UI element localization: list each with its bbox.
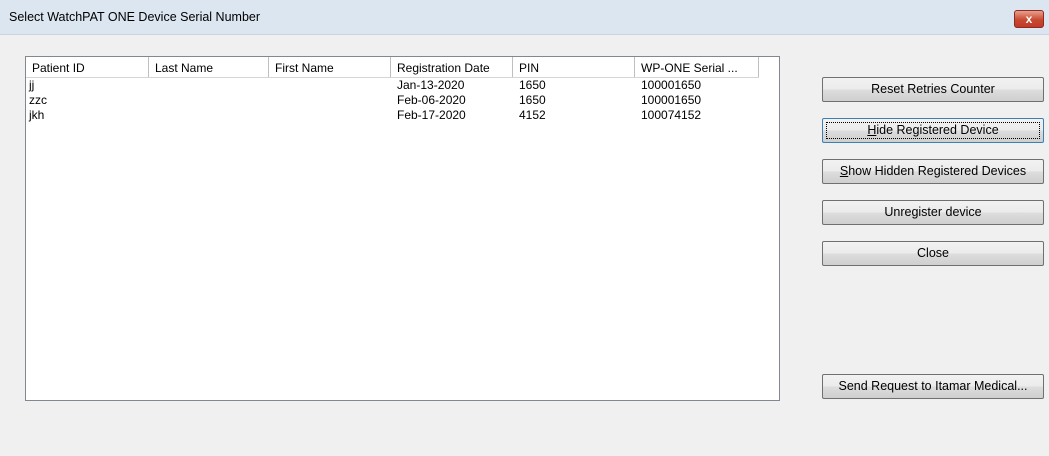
dialog-window: Select WatchPAT ONE Device Serial Number… (0, 0, 1049, 456)
close-icon: x (1025, 12, 1033, 26)
close-window-button[interactable]: x (1014, 10, 1044, 28)
send-request-button[interactable]: Send Request to Itamar Medical... (822, 374, 1044, 399)
column-pin[interactable]: PIN (513, 57, 635, 77)
device-list[interactable]: Patient ID Last Name First Name Registra… (25, 56, 780, 401)
table-row[interactable]: zzc Feb-06-2020 1650 100001650 (26, 93, 779, 108)
cell-registration-date: Feb-17-2020 (397, 108, 466, 122)
list-body: jj Jan-13-2020 1650 100001650 zzc Feb-06… (26, 78, 779, 123)
close-label: Close (917, 246, 949, 260)
table-row[interactable]: jj Jan-13-2020 1650 100001650 (26, 78, 779, 93)
column-serial[interactable]: WP-ONE Serial ... (635, 57, 759, 77)
cell-serial: 100074152 (641, 108, 702, 122)
cell-last-name (149, 93, 269, 108)
show-hidden-label: how Hidden Registered Devices (848, 164, 1027, 178)
cell-first-name (269, 78, 391, 93)
cell-pin: 1650 (519, 78, 546, 92)
cell-first-name (269, 108, 391, 123)
table-row[interactable]: jkh Feb-17-2020 4152 100074152 (26, 108, 779, 123)
cell-serial: 100001650 (641, 78, 702, 92)
cell-patient-id: jj (29, 78, 35, 92)
list-header: Patient ID Last Name First Name Registra… (26, 57, 759, 78)
cell-last-name (149, 78, 269, 93)
reset-retries-label: Reset Retries Counter (871, 82, 995, 96)
column-patient-id[interactable]: Patient ID (26, 57, 149, 77)
column-first-name[interactable]: First Name (269, 57, 391, 77)
hide-registered-button[interactable]: Hide Registered Device (822, 118, 1044, 143)
cell-pin: 4152 (519, 108, 546, 122)
cell-pin: 1650 (519, 93, 546, 107)
column-last-name[interactable]: Last Name (149, 57, 269, 77)
column-registration-date[interactable]: Registration Date (391, 57, 513, 77)
unregister-label: Unregister device (884, 205, 982, 219)
window-title: Select WatchPAT ONE Device Serial Number (9, 10, 261, 24)
show-hidden-button[interactable]: Show Hidden Registered Devices (822, 159, 1044, 184)
cell-last-name (149, 108, 269, 123)
focus-ring (826, 122, 1040, 139)
unregister-button[interactable]: Unregister device (822, 200, 1044, 225)
send-request-label: Send Request to Itamar Medical... (838, 379, 1028, 393)
title-bar[interactable]: Select WatchPAT ONE Device Serial Number… (0, 0, 1049, 35)
cell-patient-id: jkh (29, 108, 45, 122)
close-button[interactable]: Close (822, 241, 1044, 266)
cell-registration-date: Jan-13-2020 (397, 78, 465, 92)
cell-first-name (269, 93, 391, 108)
cell-patient-id: zzc (29, 93, 47, 107)
show-mnemonic: S (839, 164, 849, 178)
cell-serial: 100001650 (641, 93, 702, 107)
cell-registration-date: Feb-06-2020 (397, 93, 466, 107)
reset-retries-button[interactable]: Reset Retries Counter (822, 77, 1044, 102)
